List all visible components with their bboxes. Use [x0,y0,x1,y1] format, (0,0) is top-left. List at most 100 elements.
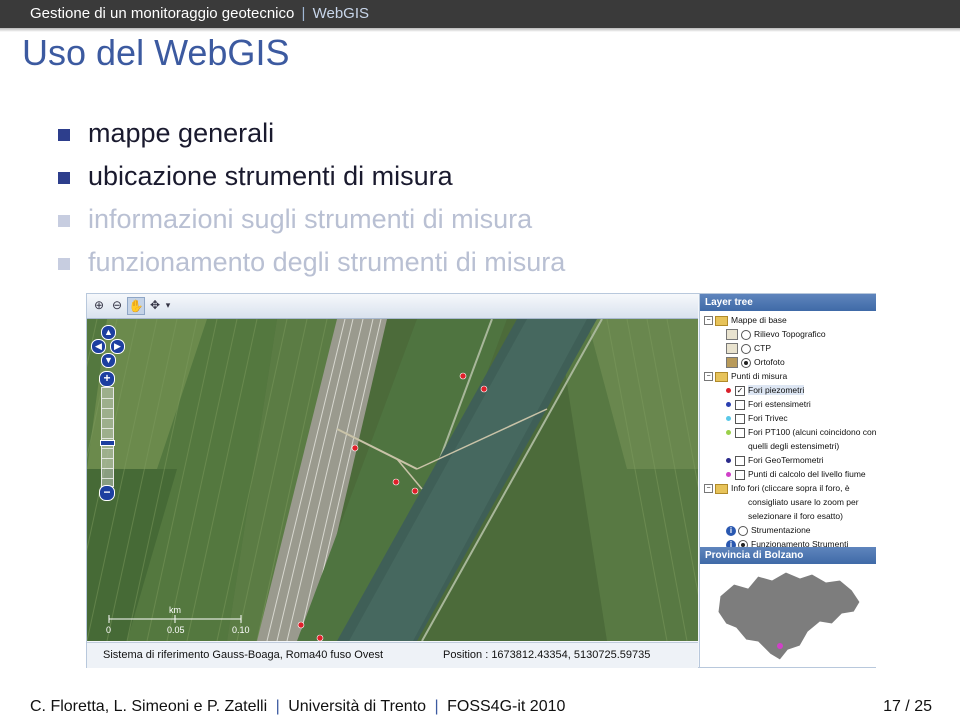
bullet-square-icon [58,129,70,141]
pan-left-icon[interactable]: ◀ [91,339,106,354]
group-label: Mappe di base [731,315,787,325]
slide-header-bar: Gestione di un monitoraggio geotecnico |… [0,0,960,28]
section-name: WebGIS [312,5,370,22]
layer-label: CTP [754,343,771,353]
layer-checkbox[interactable] [735,427,745,438]
layer-item-geotermometri[interactable]: Fori GeoTermometri [726,455,824,466]
layer-item-ortofoto[interactable]: Ortofoto [726,357,785,369]
layer-item-strumentazione[interactable]: i Strumentazione [726,525,811,536]
zoom-in-tool-icon[interactable]: ⊕ [91,297,107,313]
layer-radio[interactable] [741,357,751,368]
webgis-app: ⊕ ⊖ ✋ ✥ ▾ ▲ ◀ ▶ ▼ + − km 0 0.05 0.10 Sis… [86,293,877,668]
scale-label: 0.10 [232,625,250,635]
layer-radio[interactable] [741,329,751,340]
bullet-square-icon [58,172,70,184]
collapse-icon[interactable]: − [704,316,713,326]
bullet-text: mappe generali [88,118,275,148]
layer-label: Fori GeoTermometri [748,455,824,465]
info-note-line: consigliato usare lo zoom per [748,497,859,507]
talk-title: Gestione di un monitoraggio geotecnico [30,5,295,22]
header-separator: | [301,5,306,22]
bullet-text: ubicazione strumenti di misura [88,161,453,191]
zoom-slider-handle[interactable] [100,440,115,446]
blue-point-icon [726,402,731,408]
zoom-out-tool-icon[interactable]: ⊖ [109,297,125,313]
piezometer-marker [411,487,419,495]
collapse-icon[interactable]: − [704,484,713,494]
map-layer-icon [726,329,738,341]
magenta-point-icon [726,472,731,478]
zoom-slider[interactable] [100,387,115,487]
layer-tree: − Mappe di base Rilievo Topografico CTP O… [700,311,877,550]
navy-point-icon [726,458,731,464]
info-note-text: consigliato usare lo zoom per [748,497,859,507]
info-note-line: selezionare il foro esatto) [748,511,843,521]
piezometer-marker [392,478,400,486]
bullet-item: informazioni sugli strumenti di misura [58,204,565,247]
overview-title: Provincia di Bolzano [700,547,876,564]
tree-group-info-fori[interactable]: − Info fori (cliccare sopra il foro, è [704,483,850,494]
layer-checkbox[interactable] [735,399,745,410]
position-value: 1673812.43354, 5130725.59735 [491,649,651,661]
layer-label: Ortofoto [754,357,785,367]
layer-checkbox[interactable] [735,469,745,480]
layer-tree-title: Layer tree [700,294,876,311]
layer-label: Punti di calcolo del livello fiume [748,469,866,479]
layer-checkbox[interactable]: ✓ [735,385,745,396]
info-note-text: selezionare il foro esatto) [748,511,843,521]
layer-item-ctp[interactable]: CTP [726,343,771,355]
folder-icon [715,315,728,326]
layer-item-rilievo[interactable]: Rilievo Topografico [726,329,826,341]
bullet-item: ubicazione strumenti di misura [58,161,565,204]
zoom-out-icon[interactable]: − [99,485,115,501]
overview-map[interactable] [700,566,876,667]
slide-title: Uso del WebGIS [22,32,290,73]
reference-system-text: Sistema di riferimento Gauss-Boaga, Roma… [103,649,384,661]
province-outline-map [717,571,861,661]
piezometer-marker [351,444,359,452]
folder-icon [715,483,728,494]
piezometer-marker [316,634,324,641]
pan-right-icon[interactable]: ▶ [110,339,125,354]
map-layer-icon [726,357,738,369]
cyan-point-icon [726,416,731,422]
layer-item-pt100[interactable]: Fori PT100 (alcuni coincidono con [726,427,877,438]
bullet-list: mappe generali ubicazione strumenti di m… [58,118,565,290]
layer-label: Fori Trivec [748,413,788,423]
layer-item-trivec[interactable]: Fori Trivec [726,413,788,424]
orthophoto-map [87,319,698,641]
green-point-icon [726,430,731,436]
footer-separator: | [275,698,280,715]
map-view[interactable]: ▲ ◀ ▶ ▼ + − km 0 0.05 0.10 [87,319,698,641]
pan-up-icon[interactable]: ▲ [101,325,116,340]
chevron-down-icon[interactable]: ▾ [160,297,176,313]
piezometer-marker [297,621,305,629]
layer-label: Fori estensimetri [748,399,811,409]
layer-label: quelli degli estensimetri) [748,441,840,451]
collapse-icon[interactable]: − [704,372,713,382]
status-bar: Sistema di riferimento Gauss-Boaga, Roma… [87,642,698,668]
layer-item-livello-fiume[interactable]: Punti di calcolo del livello fiume [726,469,866,480]
layer-label: Strumentazione [751,525,811,535]
footer-separator: | [434,698,439,715]
zoom-in-icon[interactable]: + [99,371,115,387]
layer-radio[interactable] [741,343,751,354]
pan-down-icon[interactable]: ▼ [101,353,116,368]
layer-item-piezometri[interactable]: ✓ Fori piezometri [726,385,805,396]
layer-item-pt100-continued: quelli degli estensimetri) [748,441,839,451]
red-point-icon [726,388,731,394]
scale-label: 0 [106,625,112,635]
tree-group-base-maps[interactable]: − Mappe di base [704,315,787,326]
tree-group-measure-points[interactable]: − Punti di misura [704,371,787,382]
group-label: Punti di misura [731,371,788,381]
footer-authors: C. Floretta, L. Simeoni e P. Zatelli [30,698,268,715]
footer-conference: FOSS4G-it 2010 [447,698,566,715]
header-text: Gestione di un monitoraggio geotecnico |… [30,5,369,22]
layer-radio[interactable] [738,525,748,536]
layer-checkbox[interactable] [735,413,745,424]
layer-checkbox[interactable] [735,455,745,466]
layer-item-estensimetri[interactable]: Fori estensimetri [726,399,811,410]
layer-panel: Layer tree − Mappe di base Rilievo Topogr… [699,294,877,667]
pan-hand-tool-icon[interactable]: ✋ [127,297,145,315]
layer-label: Rilievo Topografico [754,329,826,339]
